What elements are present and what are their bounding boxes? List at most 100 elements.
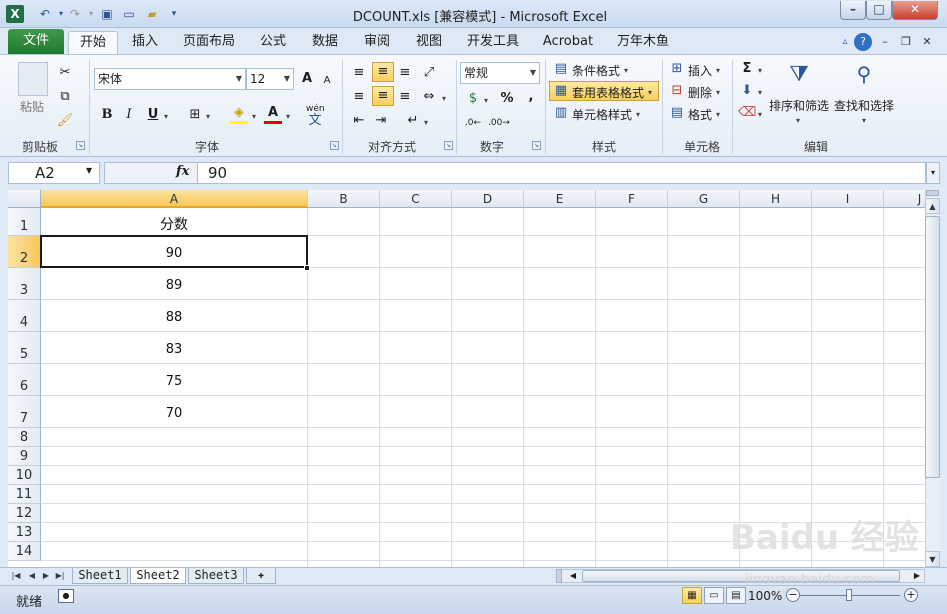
- row-header-2[interactable]: 2: [8, 236, 41, 268]
- fill-color-icon[interactable]: ◈: [230, 104, 248, 122]
- column-header-a[interactable]: A: [41, 190, 308, 208]
- column-header-g[interactable]: G: [668, 190, 740, 208]
- window-restore-icon[interactable]: ❐: [897, 33, 915, 51]
- copy-icon[interactable]: ⧉: [56, 88, 74, 106]
- normal-view-icon[interactable]: ▦: [682, 587, 702, 604]
- fill-dropdown-icon[interactable]: ▾: [758, 88, 762, 97]
- currency-icon[interactable]: $: [464, 90, 482, 108]
- sheet-tab-sheet3[interactable]: Sheet3: [188, 568, 244, 584]
- find-dropdown-icon[interactable]: ▾: [862, 116, 866, 125]
- align-left-icon[interactable]: ≡: [350, 88, 368, 106]
- conditional-format-dropdown-icon[interactable]: ▾: [624, 66, 628, 75]
- insert-sheet-icon[interactable]: ✚: [246, 568, 276, 584]
- row-header-5[interactable]: 5: [8, 332, 41, 364]
- tab-split-box[interactable]: [556, 569, 562, 583]
- cell-styles-icon[interactable]: ▥: [552, 104, 570, 122]
- cell-a1[interactable]: 分数: [41, 214, 307, 234]
- select-all-corner[interactable]: [8, 190, 41, 208]
- last-sheet-icon[interactable]: ▶|: [54, 569, 66, 583]
- split-box[interactable]: [926, 190, 939, 196]
- delete-cells-icon[interactable]: ⊟: [668, 82, 686, 100]
- row-header-13[interactable]: 13: [8, 523, 41, 542]
- autosum-button[interactable]: Σ: [738, 60, 756, 78]
- cell-a6[interactable]: 75: [41, 374, 307, 389]
- open-folder-icon[interactable]: ▰: [143, 5, 161, 23]
- scroll-down-icon[interactable]: ▼: [925, 551, 940, 567]
- align-bottom-icon[interactable]: ≡: [396, 64, 414, 82]
- column-header-e[interactable]: E: [524, 190, 596, 208]
- sort-filter-button[interactable]: 排序和筛选: [769, 97, 829, 114]
- record-macro-icon[interactable]: ●: [58, 589, 74, 603]
- delete-cells-button[interactable]: 删除: [688, 84, 712, 101]
- previous-sheet-icon[interactable]: ◀: [26, 569, 38, 583]
- column-header-d[interactable]: D: [452, 190, 524, 208]
- zoom-in-button[interactable]: +: [904, 588, 918, 602]
- tab-page-layout[interactable]: 页面布局: [176, 31, 242, 55]
- insert-dropdown-icon[interactable]: ▾: [716, 66, 720, 75]
- tab-review[interactable]: 审阅: [356, 31, 398, 55]
- row-header-3[interactable]: 3: [8, 268, 41, 300]
- help-icon[interactable]: ?: [854, 33, 872, 51]
- minimize-ribbon-icon[interactable]: ▵: [836, 33, 854, 51]
- cell-styles-button[interactable]: 单元格样式: [572, 106, 632, 123]
- clear-icon[interactable]: ⌫: [738, 104, 756, 122]
- tab-insert[interactable]: 插入: [124, 31, 166, 55]
- tab-view[interactable]: 视图: [408, 31, 450, 55]
- page-layout-view-icon[interactable]: ▭: [704, 587, 724, 604]
- row-header-1[interactable]: 1: [8, 208, 41, 236]
- cell-a3[interactable]: 89: [41, 278, 307, 293]
- conditional-format-icon[interactable]: ▤: [552, 60, 570, 78]
- column-header-c[interactable]: C: [380, 190, 452, 208]
- grow-font-button[interactable]: A: [298, 70, 316, 88]
- insert-function-button[interactable]: fx: [176, 164, 189, 179]
- window-minimize-icon[interactable]: –: [876, 33, 894, 51]
- paste-icon[interactable]: [18, 62, 48, 96]
- align-right-icon[interactable]: ≡: [396, 88, 414, 106]
- vertical-scroll-thumb[interactable]: [925, 216, 940, 478]
- close-button[interactable]: ✕: [892, 1, 938, 20]
- row-header-6[interactable]: 6: [8, 364, 41, 396]
- column-header-b[interactable]: B: [308, 190, 380, 208]
- insert-cells-button[interactable]: 插入: [688, 62, 712, 79]
- number-format-combo[interactable]: 常规 ▼: [460, 62, 540, 84]
- format-dropdown-icon[interactable]: ▾: [716, 110, 720, 119]
- percent-button[interactable]: %: [498, 90, 516, 108]
- cell-styles-dropdown-icon[interactable]: ▾: [636, 110, 640, 119]
- save-icon[interactable]: ▣: [98, 5, 116, 23]
- alignment-launcher-icon[interactable]: ↘: [444, 141, 453, 150]
- row-header-4[interactable]: 4: [8, 300, 41, 332]
- clear-dropdown-icon[interactable]: ▾: [758, 110, 762, 119]
- excel-app-icon[interactable]: X: [6, 5, 24, 23]
- align-top-icon[interactable]: ≡: [350, 64, 368, 82]
- font-size-combo[interactable]: 12 ▼: [246, 68, 294, 90]
- autosum-dropdown-icon[interactable]: ▾: [758, 66, 762, 75]
- currency-dropdown-icon[interactable]: ▾: [484, 96, 488, 105]
- scroll-right-icon[interactable]: ▶: [910, 570, 924, 582]
- cell-a5[interactable]: 83: [41, 342, 307, 357]
- row-header-14[interactable]: 14: [8, 542, 41, 561]
- column-header-f[interactable]: F: [596, 190, 668, 208]
- font-color-dropdown-icon[interactable]: ▾: [286, 112, 290, 121]
- format-painter-icon[interactable]: 🖌: [56, 112, 74, 130]
- font-color-button[interactable]: A: [264, 104, 282, 122]
- increase-indent-icon[interactable]: ⇥: [372, 112, 390, 130]
- column-header-i[interactable]: I: [812, 190, 884, 208]
- row-header-10[interactable]: 10: [8, 466, 41, 485]
- delete-dropdown-icon[interactable]: ▾: [716, 88, 720, 97]
- align-middle-icon[interactable]: ≡: [372, 62, 394, 82]
- border-icon[interactable]: ⊞: [186, 106, 204, 124]
- format-cells-button[interactable]: 格式: [688, 106, 712, 123]
- row-header-9[interactable]: 9: [8, 447, 41, 466]
- underline-dropdown-icon[interactable]: ▾: [164, 112, 168, 121]
- shrink-font-button[interactable]: A: [318, 72, 336, 90]
- chevron-down-icon[interactable]: ▼: [86, 166, 92, 175]
- tab-file[interactable]: 文件: [8, 29, 64, 54]
- column-header-h[interactable]: H: [740, 190, 812, 208]
- increase-decimal-icon[interactable]: .0←: [464, 114, 482, 132]
- row-header-7[interactable]: 7: [8, 396, 41, 428]
- decrease-decimal-icon[interactable]: .00→: [488, 114, 510, 132]
- clipboard-launcher-icon[interactable]: ↘: [76, 141, 85, 150]
- wrap-text-icon[interactable]: ↵: [404, 112, 422, 130]
- insert-cells-icon[interactable]: ⊞: [668, 60, 686, 78]
- new-file-icon[interactable]: ▭: [120, 5, 138, 23]
